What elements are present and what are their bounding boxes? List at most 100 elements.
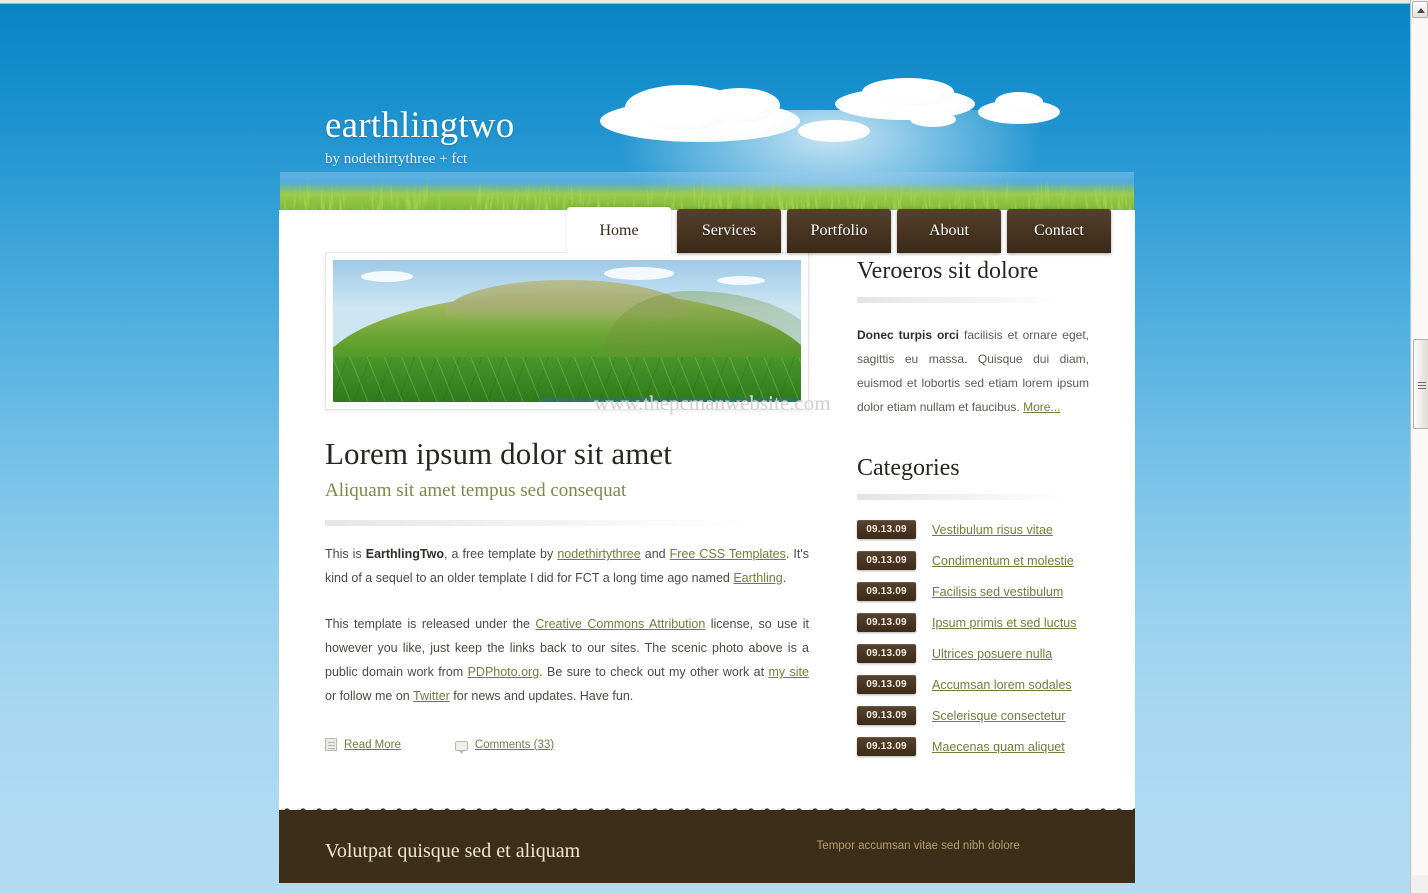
post-divider [325,520,809,526]
nav-tab-about[interactable]: About [897,209,1001,253]
categories-list: 09.13.09 Vestibulum risus vitae 09.13.09 Co… [857,520,1089,756]
category-link[interactable]: Maecenas quam aliquet [932,740,1065,754]
link-twitter[interactable]: Twitter [413,689,450,703]
post-meta: Read More Comments (33) [325,738,809,791]
nav-tab-label: Home [599,222,638,240]
nav-tab-label: Contact [1034,222,1084,240]
category-link[interactable]: Scelerisque consectetur [932,709,1065,723]
vertical-scrollbar[interactable] [1410,0,1428,893]
brand-emphasis: EarthlingTwo [366,547,444,561]
sidebar-intro-heading: Veroeros sit dolore [857,258,1089,285]
text-fragment: This template is released under the [325,617,535,631]
nav-tab-home[interactable]: Home [567,207,671,255]
scroll-up-button[interactable] [1412,1,1428,18]
chevron-up-icon [1417,8,1425,13]
categories-divider [857,494,1089,500]
category-date-badge: 09.13.09 [857,644,916,663]
comments-item[interactable]: Comments (33) [455,738,554,751]
featured-photo [333,260,801,402]
link-creative-commons[interactable]: Creative Commons Attribution [535,617,705,631]
post-subtitle: Aliquam sit amet tempus sed consequat [325,480,809,502]
categories-heading: Categories [857,455,1089,482]
nav-tab-label: Services [702,222,756,240]
post-paragraph-1: This is EarthlingTwo, a free template by… [325,542,809,590]
category-link[interactable]: Ultrices posuere nulla [932,647,1052,661]
sidebar-intro-lead: Donec turpis orci [857,328,959,342]
featured-photo-frame: www.thepcmanwebsite.com [325,252,809,410]
scrollbar-thumb[interactable] [1413,339,1428,429]
footer-column-right: Tempor accumsan vitae sed nibh dolore [817,840,1089,863]
footer-right-heading: Tempor accumsan vitae sed nibh dolore [817,840,1089,852]
category-row[interactable]: 09.13.09 Ultrices posuere nulla [857,644,1089,663]
text-fragment: or follow me on [325,689,413,703]
text-fragment: and [641,547,670,561]
grip-line [1418,382,1426,383]
main-content: www.thepcmanwebsite.com Lorem ipsum dolo… [325,252,809,810]
category-date-badge: 09.13.09 [857,582,916,601]
sidebar: Veroeros sit dolore Donec turpis orci fa… [857,252,1089,810]
sidebar-intro-paragraph: Donec turpis orci facilisis et ornare eg… [857,323,1089,419]
link-earthling[interactable]: Earthling [733,571,782,585]
text-fragment: . [783,571,786,585]
site-brand: earthlingtwo by nodethirtythree + fct [325,104,514,168]
read-more-link[interactable]: Read More [344,739,401,751]
category-row[interactable]: 09.13.09 Maecenas quam aliquet [857,737,1089,756]
link-my-site[interactable]: my site [768,665,809,679]
watermark-text: www.thepcmanwebsite.com [594,391,831,416]
read-more-item[interactable]: Read More [325,738,401,751]
site-header: earthlingtwo by nodethirtythree + fct Ho… [279,4,1135,210]
nav-tab-portfolio[interactable]: Portfolio [787,209,891,253]
photo-cloud-icon [604,267,674,280]
page-scroll-area: earthlingtwo by nodethirtythree + fct Ho… [0,0,1410,893]
category-row[interactable]: 09.13.09 Condimentum et molestie [857,551,1089,570]
footer-left-heading: Volutpat quisque sed et aliquam [325,840,767,863]
nav-tab-label: About [929,222,969,240]
text-fragment: . Be sure to check out my other work at [539,665,768,679]
category-row[interactable]: 09.13.09 Facilisis sed vestibulum [857,582,1089,601]
document-icon [325,738,337,751]
link-nodethirtythree[interactable]: nodethirtythree [557,547,640,561]
category-row[interactable]: 09.13.09 Ipsum primis et sed luctus [857,613,1089,632]
site-title: earthlingtwo [325,104,514,147]
category-row[interactable]: 09.13.09 Vestibulum risus vitae [857,520,1089,539]
link-free-css-templates[interactable]: Free CSS Templates [670,547,786,561]
post-paragraph-2: This template is released under the Crea… [325,612,809,708]
site-wrapper: earthlingtwo by nodethirtythree + fct Ho… [279,4,1135,883]
page-body: www.thepcmanwebsite.com Lorem ipsum dolo… [279,210,1135,810]
footer-column-left: Volutpat quisque sed et aliquam [325,840,767,863]
grip-line [1418,388,1426,389]
photo-cloud-icon [361,271,413,282]
comments-link[interactable]: Comments (33) [475,739,554,751]
photo-cloud-icon [717,276,765,285]
category-date-badge: 09.13.09 [857,613,916,632]
footer-ragged-edge [279,803,1135,815]
main-navigation[interactable]: Home Services Portfolio About Contact [567,209,1117,254]
category-date-badge: 09.13.09 [857,520,916,539]
text-fragment: for news and updates. Have fun. [450,689,633,703]
browser-viewport: earthlingtwo by nodethirtythree + fct Ho… [0,0,1428,893]
category-row[interactable]: 09.13.09 Scelerisque consectetur [857,706,1089,725]
sidebar-divider [857,297,1089,303]
category-row[interactable]: 09.13.09 Accumsan lorem sodales [857,675,1089,694]
scrollbar-track[interactable] [1412,19,1428,875]
category-link[interactable]: Ipsum primis et sed luctus [932,616,1077,630]
category-date-badge: 09.13.09 [857,706,916,725]
site-footer: Volutpat quisque sed et aliquam Tempor a… [279,810,1135,883]
category-date-badge: 09.13.09 [857,737,916,756]
category-link[interactable]: Condimentum et molestie [932,554,1074,568]
text-fragment: , a free template by [444,547,557,561]
nav-tab-label: Portfolio [811,222,868,240]
nav-tab-contact[interactable]: Contact [1007,209,1111,253]
categories-block: Categories 09.13.09 Vestibulum risus vita… [857,455,1089,756]
category-link[interactable]: Facilisis sed vestibulum [932,585,1063,599]
category-date-badge: 09.13.09 [857,675,916,694]
link-pdphoto[interactable]: PDPhoto.org [468,665,540,679]
grip-line [1418,385,1426,386]
nav-tab-services[interactable]: Services [677,209,781,253]
category-link[interactable]: Accumsan lorem sodales [932,678,1072,692]
category-date-badge: 09.13.09 [857,551,916,570]
text-fragment: This is [325,547,366,561]
category-link[interactable]: Vestibulum risus vitae [932,523,1053,537]
site-tagline: by nodethirtythree + fct [325,151,514,168]
sidebar-more-link[interactable]: More... [1023,400,1060,414]
